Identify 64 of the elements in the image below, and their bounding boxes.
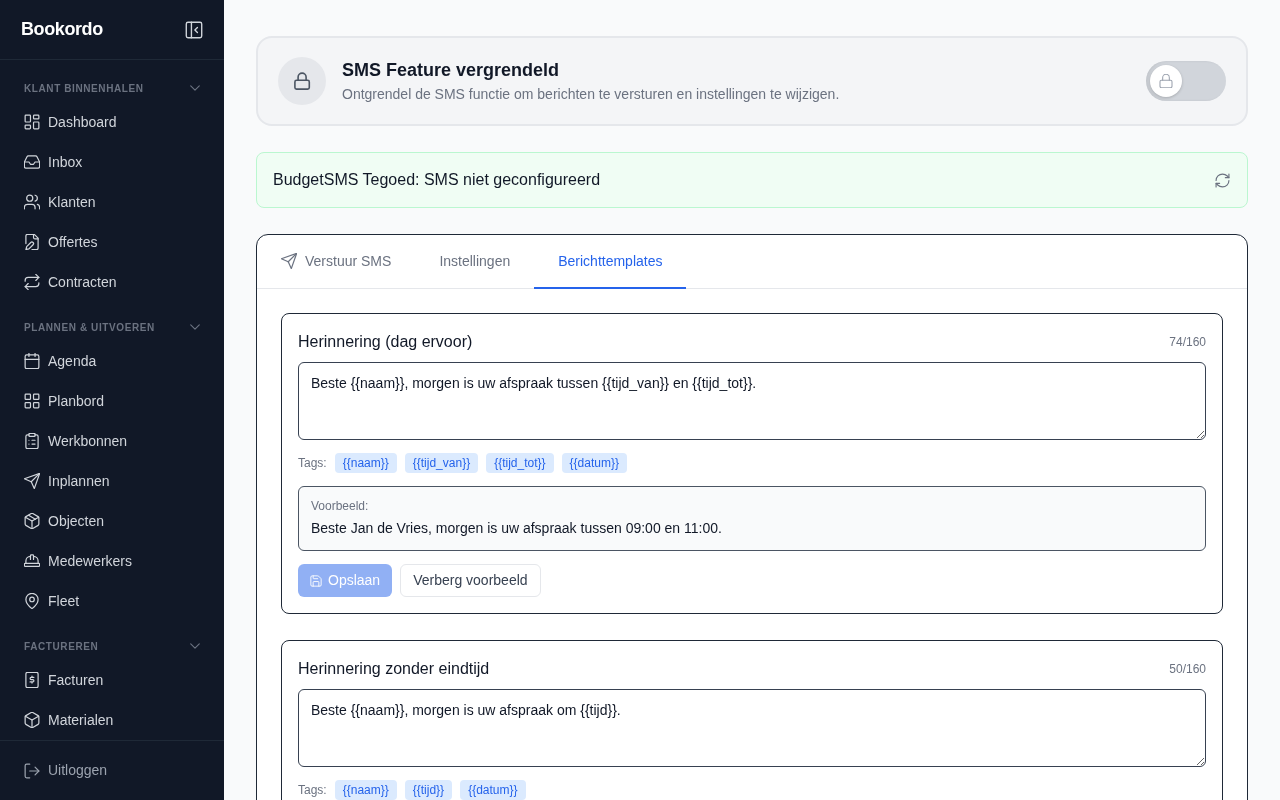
nav-item[interactable]: Dashboard (0, 102, 141, 142)
logout-link[interactable]: Uitloggen (0, 750, 132, 791)
clipboard-icon (24, 433, 40, 449)
nav-item[interactable]: Contracten (0, 262, 141, 302)
message-field[interactable]: Beste {{naam}}, morgen is uw afspraak om {{tijd}}. (298, 689, 1206, 767)
nav-item[interactable]: Planbord (0, 381, 129, 421)
lock-icon (1159, 74, 1173, 88)
nav-item[interactable]: Materialen (0, 700, 138, 740)
tab[interactable]: Verstuur SMS (257, 235, 416, 289)
paper-plane-icon (24, 473, 40, 489)
document-pen-icon (24, 234, 40, 250)
tag-chip[interactable]: {{tijd_van}} (404, 453, 479, 473)
preview-label: Voorbeeld: (311, 498, 370, 514)
section-header[interactable]: KLANT BINNENHALEN (0, 80, 224, 96)
section-header[interactable]: PLANNEN & UITVOEREN (0, 319, 224, 335)
logout-icon (24, 762, 40, 779)
nav-item[interactable]: Objecten (0, 501, 129, 541)
tag-chip[interactable]: {{tijd}} (404, 780, 453, 800)
template-title: Herinnering zonder eindtijd (298, 659, 490, 679)
nav-item[interactable]: Fleet (0, 581, 104, 621)
nav-item[interactable]: Werkbonnen (0, 421, 152, 461)
tag-chip[interactable]: {{datum}} (561, 453, 627, 473)
app-logo: Bookordo (21, 18, 103, 41)
tab[interactable]: Instellingen (415, 235, 535, 289)
nav-item[interactable]: Agenda (0, 341, 121, 381)
tag-chip[interactable]: {{naam}} (334, 453, 397, 473)
tag-chip[interactable]: {{datum}} (460, 780, 526, 800)
nav-item[interactable]: Medewerkers (0, 541, 157, 581)
panel-collapse-icon[interactable] (185, 20, 203, 39)
layout-tiles-icon (24, 114, 40, 130)
tags-label: Tags: (298, 782, 327, 799)
tag-chip[interactable]: {{naam}} (334, 780, 397, 800)
calendar-icon (24, 353, 40, 369)
lock-icon (278, 57, 326, 105)
grid-icon (24, 393, 40, 409)
nav-item[interactable]: Offertes (0, 222, 122, 262)
balance-text: BudgetSMS Tegoed: SMS niet geconfigureerd (273, 170, 601, 190)
paper-plane-icon (281, 253, 297, 269)
tags-label: Tags: (298, 455, 327, 472)
message-field[interactable]: Beste {{naam}}, morgen is uw afspraak tussen {{tijd_van}} en {{tijd_tot}}. (298, 362, 1206, 440)
nav-item[interactable]: Inplannen (0, 461, 134, 501)
nav-item[interactable]: Facturen (0, 660, 128, 700)
character-count: 50/160 (1169, 661, 1206, 678)
tab[interactable]: Berichttemplates (534, 235, 687, 289)
feature-description: Ontgrendel de SMS functie om berichten te versturen en instellingen te wijzigen. (342, 85, 841, 104)
section-header[interactable]: FACTUREREN (0, 638, 224, 654)
people-icon (24, 194, 40, 210)
cube-icon (24, 513, 40, 529)
hard-hat-icon (24, 553, 40, 569)
feature-title: SMS Feature vergrendeld (342, 59, 561, 82)
preview-text: Beste Jan de Vries, morgen is uw afspraak tussen 09:00 en 11:00. (311, 519, 723, 538)
nav-item[interactable]: Klanten (0, 182, 120, 222)
nav-item[interactable]: Inbox (0, 142, 107, 182)
character-count: 74/160 (1169, 334, 1206, 351)
inbox-icon (24, 154, 40, 170)
refresh-icon[interactable] (1215, 172, 1230, 188)
template-title: Herinnering (dag ervoor) (298, 332, 473, 352)
tag-chip[interactable]: {{tijd_tot}} (486, 453, 554, 473)
hide-preview-button[interactable]: Verberg voorbeeld (400, 564, 541, 597)
repeat-arrows-icon (24, 274, 40, 290)
dollar-document-icon (24, 672, 40, 688)
feature-toggle[interactable] (1146, 61, 1226, 101)
box-icon (24, 712, 40, 728)
location-pin-icon (24, 593, 40, 609)
